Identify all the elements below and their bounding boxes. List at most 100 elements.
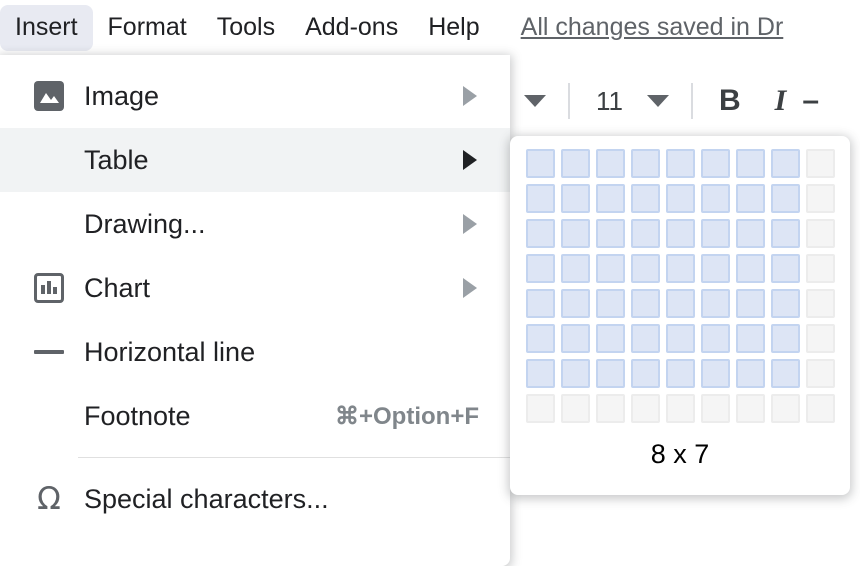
- table-grid-cell-9x3[interactable]: [806, 219, 835, 248]
- table-grid-cell-9x4[interactable]: [806, 254, 835, 283]
- menu-item-label: Footnote: [84, 401, 191, 432]
- table-grid-cell-4x5[interactable]: [631, 289, 660, 318]
- toolbar-divider: [691, 83, 693, 119]
- table-grid-cell-7x6[interactable]: [736, 324, 765, 353]
- bold-button[interactable]: B: [719, 84, 741, 118]
- save-status-link[interactable]: All changes saved in Dr: [521, 13, 784, 42]
- table-grid-cell-3x4[interactable]: [596, 254, 625, 283]
- table-grid-cell-2x5[interactable]: [561, 289, 590, 318]
- menu-insert[interactable]: Insert: [0, 5, 93, 51]
- table-grid-cell-6x2[interactable]: [701, 184, 730, 213]
- table-grid-submenu: 8 x 7: [510, 136, 850, 495]
- table-grid-cell-6x6[interactable]: [701, 324, 730, 353]
- table-grid-cell-2x3[interactable]: [561, 219, 590, 248]
- table-grid-cell-8x1[interactable]: [771, 149, 800, 178]
- table-grid-cell-4x7[interactable]: [631, 359, 660, 388]
- toolbar-divider: [568, 83, 570, 119]
- table-grid-cell-8x6[interactable]: [771, 324, 800, 353]
- menu-item-horizontal-line[interactable]: Horizontal line: [0, 320, 510, 384]
- formatting-toolbar: 11 B I –: [510, 62, 860, 140]
- font-size-value[interactable]: 11: [596, 86, 623, 117]
- table-grid-cell-9x2[interactable]: [806, 184, 835, 213]
- table-grid-cell-5x7[interactable]: [666, 359, 695, 388]
- table-grid-cell-1x3[interactable]: [526, 219, 555, 248]
- menu-item-table[interactable]: Table: [0, 128, 510, 192]
- menu-item-special-characters[interactable]: Ω Special characters...: [0, 467, 510, 531]
- google-docs-window: 11 B I – e Insert Format Tools Add-ons H…: [0, 0, 860, 566]
- table-grid-cell-2x8[interactable]: [561, 394, 590, 423]
- table-grid-cell-1x6[interactable]: [526, 324, 555, 353]
- table-grid-cell-7x5[interactable]: [736, 289, 765, 318]
- table-grid-cell-4x1[interactable]: [631, 149, 660, 178]
- table-grid-cell-8x3[interactable]: [771, 219, 800, 248]
- table-grid-cell-6x4[interactable]: [701, 254, 730, 283]
- table-grid-cell-9x8[interactable]: [806, 394, 835, 423]
- table-grid-cell-1x1[interactable]: [526, 149, 555, 178]
- menu-item-image[interactable]: Image: [0, 64, 510, 128]
- table-grid-cell-1x7[interactable]: [526, 359, 555, 388]
- table-grid-cell-7x7[interactable]: [736, 359, 765, 388]
- table-grid-cell-5x4[interactable]: [666, 254, 695, 283]
- table-grid-cell-8x5[interactable]: [771, 289, 800, 318]
- table-grid-cell-8x8[interactable]: [771, 394, 800, 423]
- menu-item-drawing[interactable]: Drawing...: [0, 192, 510, 256]
- table-grid-cell-8x4[interactable]: [771, 254, 800, 283]
- table-grid-cell-5x2[interactable]: [666, 184, 695, 213]
- italic-button[interactable]: I: [775, 84, 787, 118]
- underline-button[interactable]: –: [802, 84, 819, 118]
- table-grid-cell-7x3[interactable]: [736, 219, 765, 248]
- font-size-chevron-down-icon[interactable]: [647, 95, 669, 107]
- table-grid-cell-3x5[interactable]: [596, 289, 625, 318]
- table-grid-cell-2x1[interactable]: [561, 149, 590, 178]
- table-grid-cell-1x4[interactable]: [526, 254, 555, 283]
- menu-format[interactable]: Format: [93, 5, 202, 51]
- table-grid-cell-6x7[interactable]: [701, 359, 730, 388]
- table-grid-cell-9x5[interactable]: [806, 289, 835, 318]
- table-grid-cell-3x7[interactable]: [596, 359, 625, 388]
- table-grid-cell-1x2[interactable]: [526, 184, 555, 213]
- table-grid-cell-2x6[interactable]: [561, 324, 590, 353]
- table-grid-cell-1x5[interactable]: [526, 289, 555, 318]
- table-grid-cell-4x6[interactable]: [631, 324, 660, 353]
- table-grid-cell-4x2[interactable]: [631, 184, 660, 213]
- table-grid-cell-9x7[interactable]: [806, 359, 835, 388]
- table-grid-cell-1x8[interactable]: [526, 394, 555, 423]
- table-grid-cell-5x3[interactable]: [666, 219, 695, 248]
- table-grid-cell-5x8[interactable]: [666, 394, 695, 423]
- table-grid-cell-7x1[interactable]: [736, 149, 765, 178]
- table-grid-cell-6x3[interactable]: [701, 219, 730, 248]
- submenu-arrow-icon: [463, 214, 477, 234]
- table-grid-cell-8x7[interactable]: [771, 359, 800, 388]
- table-grid-cell-7x8[interactable]: [736, 394, 765, 423]
- table-grid-cell-3x8[interactable]: [596, 394, 625, 423]
- table-grid-cell-6x1[interactable]: [701, 149, 730, 178]
- table-grid-cell-3x1[interactable]: [596, 149, 625, 178]
- table-size-grid[interactable]: [526, 149, 835, 423]
- table-grid-cell-4x4[interactable]: [631, 254, 660, 283]
- table-grid-cell-9x6[interactable]: [806, 324, 835, 353]
- table-grid-cell-3x3[interactable]: [596, 219, 625, 248]
- table-grid-cell-4x3[interactable]: [631, 219, 660, 248]
- menu-item-label: Special characters...: [84, 484, 329, 515]
- table-grid-cell-8x2[interactable]: [771, 184, 800, 213]
- table-grid-cell-7x4[interactable]: [736, 254, 765, 283]
- table-grid-cell-5x5[interactable]: [666, 289, 695, 318]
- table-grid-cell-6x5[interactable]: [701, 289, 730, 318]
- chevron-down-icon[interactable]: [524, 95, 546, 107]
- table-grid-cell-5x1[interactable]: [666, 149, 695, 178]
- menu-item-chart[interactable]: Chart: [0, 256, 510, 320]
- table-grid-cell-3x2[interactable]: [596, 184, 625, 213]
- table-grid-cell-2x7[interactable]: [561, 359, 590, 388]
- table-grid-cell-2x4[interactable]: [561, 254, 590, 283]
- table-grid-cell-9x1[interactable]: [806, 149, 835, 178]
- menu-tools[interactable]: Tools: [202, 5, 290, 51]
- menu-item-footnote[interactable]: Footnote ⌘+Option+F: [0, 384, 510, 448]
- table-grid-cell-5x6[interactable]: [666, 324, 695, 353]
- table-grid-cell-6x8[interactable]: [701, 394, 730, 423]
- table-grid-cell-3x6[interactable]: [596, 324, 625, 353]
- menu-help[interactable]: Help: [413, 5, 494, 51]
- table-grid-cell-2x2[interactable]: [561, 184, 590, 213]
- table-grid-cell-4x8[interactable]: [631, 394, 660, 423]
- table-grid-cell-7x2[interactable]: [736, 184, 765, 213]
- menu-add-ons[interactable]: Add-ons: [290, 5, 413, 51]
